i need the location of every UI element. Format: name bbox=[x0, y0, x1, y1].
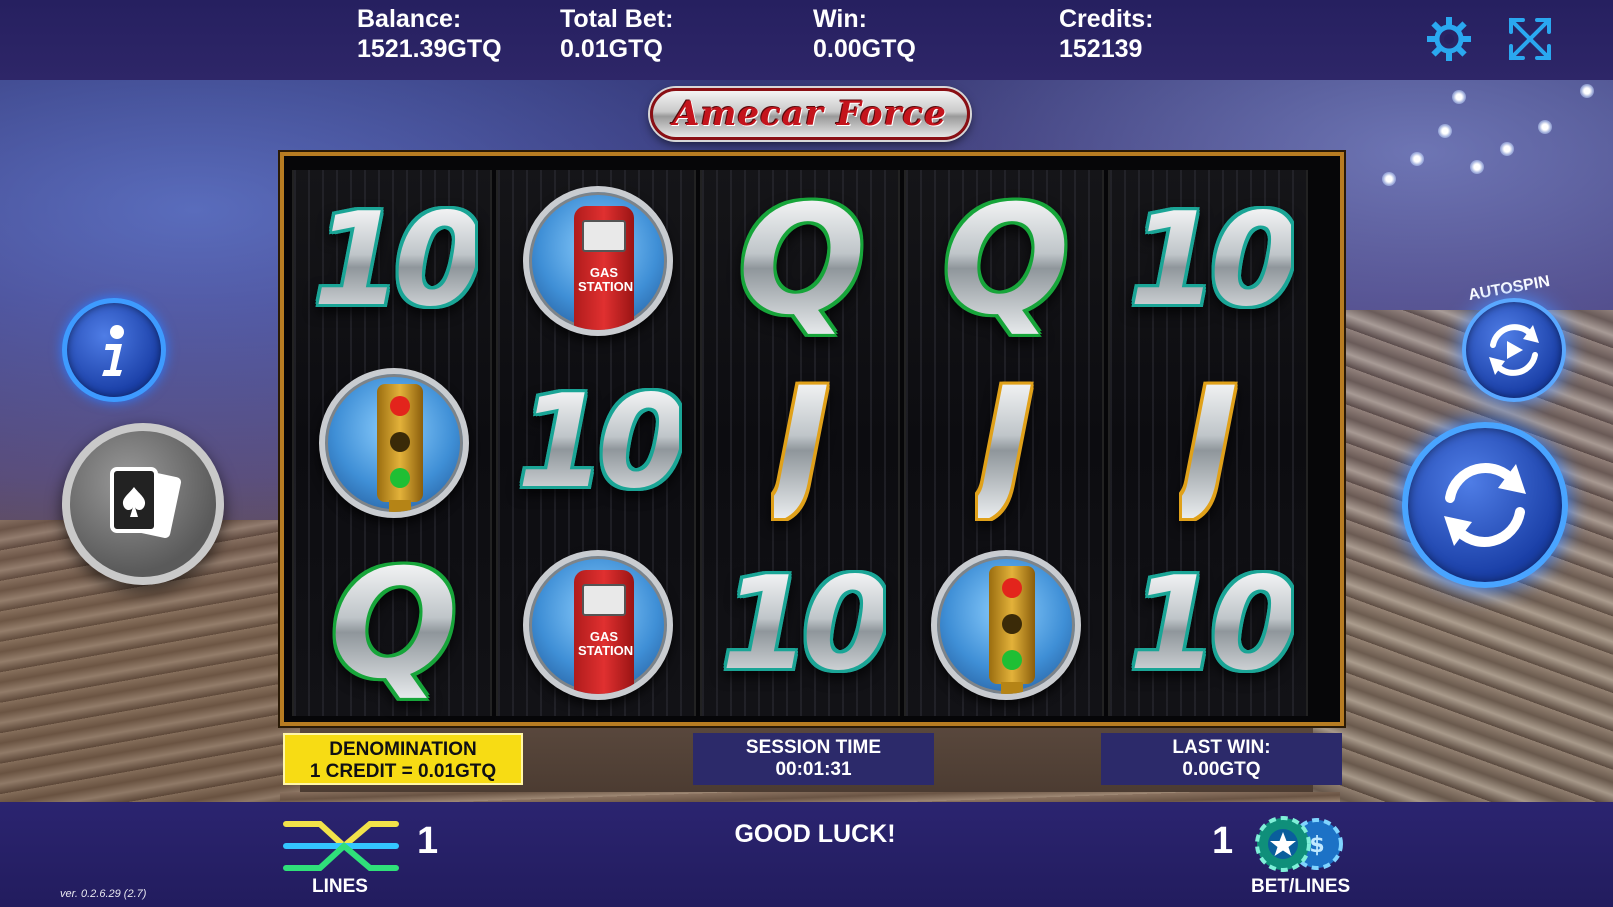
symbol-q: Q bbox=[294, 534, 494, 716]
fullscreen-icon[interactable] bbox=[1505, 14, 1555, 64]
version-text: ver. 0.2.6.29 (2.7) bbox=[60, 888, 147, 900]
symbol-glyph: Q bbox=[942, 174, 1070, 348]
pump-sign: GAS STATION bbox=[578, 629, 634, 658]
playing-cards-icon bbox=[110, 467, 182, 538]
total-bet-label: Total Bet: bbox=[560, 5, 674, 33]
lines-count: 1 bbox=[417, 820, 439, 862]
spin-button[interactable] bbox=[1402, 422, 1568, 588]
symbol-q: Q bbox=[906, 170, 1106, 352]
symbol-glyph: J bbox=[774, 356, 830, 530]
svg-text:$: $ bbox=[1309, 833, 1324, 858]
reel-5: 10 J 10 bbox=[1108, 170, 1308, 716]
symbol-gas-pump: GAS STATION bbox=[498, 534, 698, 716]
bottom-bar bbox=[0, 802, 1613, 907]
gas-pump-icon: GAS STATION bbox=[523, 550, 673, 700]
credits-stat: Credits: 152139 bbox=[1059, 4, 1153, 64]
lines-icon[interactable] bbox=[282, 818, 400, 876]
gear-icon[interactable] bbox=[1424, 14, 1474, 64]
balance-stat: Balance: 1521.39GTQ bbox=[357, 4, 502, 64]
stadium-light bbox=[1410, 152, 1424, 166]
info-icon bbox=[102, 325, 124, 376]
symbol-j: J bbox=[1110, 352, 1310, 534]
symbol-traffic-light bbox=[294, 352, 494, 534]
game-logo: Amecar Force bbox=[650, 88, 970, 140]
reel-3: Q J 10 bbox=[700, 170, 900, 716]
balance-label: Balance: bbox=[357, 5, 462, 33]
symbol-glyph: J bbox=[978, 356, 1034, 530]
status-message: GOOD LUCK! bbox=[734, 820, 896, 848]
last-win-value: 0.00GTQ bbox=[1182, 759, 1261, 780]
info-button[interactable] bbox=[62, 298, 166, 402]
gamble-button[interactable] bbox=[62, 423, 224, 585]
symbol-q: Q bbox=[702, 170, 902, 352]
symbol-10: 10 bbox=[1110, 170, 1310, 352]
stadium-light bbox=[1580, 84, 1594, 98]
symbol-glyph: Q bbox=[738, 174, 866, 348]
last-win-panel: LAST WIN: 0.00GTQ bbox=[1101, 733, 1342, 785]
autospin-button[interactable] bbox=[1462, 298, 1566, 402]
top-bar: Balance: 1521.39GTQ Total Bet: 0.01GTQ W… bbox=[0, 0, 1613, 80]
traffic-light-icon bbox=[319, 368, 469, 518]
pump-sign: GAS STATION bbox=[578, 265, 634, 294]
symbol-10: 10 bbox=[294, 170, 494, 352]
credits-value: 152139 bbox=[1059, 35, 1143, 63]
symbol-gas-pump: GAS STATION bbox=[498, 170, 698, 352]
stadium-light bbox=[1470, 160, 1484, 174]
symbol-glyph: 10 bbox=[1128, 550, 1299, 699]
win-value: 0.00GTQ bbox=[813, 35, 916, 63]
reel-frame: 10 Q GAS STATION 10 GAS STATION Q J 10 Q… bbox=[280, 152, 1344, 726]
last-win-title: LAST WIN: bbox=[1172, 737, 1271, 758]
symbol-j: J bbox=[702, 352, 902, 534]
symbol-10: 10 bbox=[498, 352, 698, 534]
reel-2: GAS STATION 10 GAS STATION bbox=[496, 170, 696, 716]
stadium-light bbox=[1382, 172, 1396, 186]
session-time-panel: SESSION TIME 00:01:31 bbox=[693, 733, 934, 785]
spin-icon bbox=[1444, 463, 1526, 547]
credits-label: Credits: bbox=[1059, 5, 1154, 33]
chips-icon[interactable]: $ bbox=[1253, 816, 1345, 872]
denomination-title: DENOMINATION bbox=[329, 739, 477, 760]
stadium-light bbox=[1500, 142, 1514, 156]
traffic-light-icon bbox=[931, 550, 1081, 700]
win-stat: Win: 0.00GTQ bbox=[813, 4, 916, 64]
stadium-light bbox=[1538, 120, 1552, 134]
stadium-light bbox=[1438, 124, 1452, 138]
symbol-traffic-light bbox=[906, 534, 1106, 716]
total-bet-stat: Total Bet: 0.01GTQ bbox=[560, 4, 673, 64]
symbol-j: J bbox=[906, 352, 1106, 534]
lines-label: LINES bbox=[312, 876, 368, 897]
win-label: Win: bbox=[813, 5, 867, 33]
bet-lines-label: BET/LINES bbox=[1251, 876, 1351, 897]
session-time-value: 00:01:31 bbox=[775, 759, 852, 780]
symbol-glyph: 10 bbox=[720, 550, 891, 699]
total-bet-value: 0.01GTQ bbox=[560, 35, 663, 63]
symbol-10: 10 bbox=[702, 534, 902, 716]
symbol-glyph: 10 bbox=[312, 186, 483, 335]
autospin-icon bbox=[1489, 324, 1539, 376]
denomination-value: 1 CREDIT = 0.01GTQ bbox=[309, 761, 497, 782]
symbol-glyph: 10 bbox=[516, 368, 687, 517]
balance-value: 1521.39GTQ bbox=[357, 35, 502, 63]
gas-pump-icon: GAS STATION bbox=[523, 186, 673, 336]
stadium-light bbox=[1452, 90, 1466, 104]
symbol-glyph: 10 bbox=[1128, 186, 1299, 335]
symbol-glyph: Q bbox=[330, 538, 458, 712]
denomination-panel[interactable]: DENOMINATION 1 CREDIT = 0.01GTQ bbox=[283, 733, 523, 785]
bet-lines-count: 1 bbox=[1212, 820, 1234, 862]
reel-4: Q J bbox=[904, 170, 1104, 716]
symbol-10: 10 bbox=[1110, 534, 1310, 716]
reel-1: 10 Q bbox=[292, 170, 492, 716]
symbol-glyph: J bbox=[1182, 356, 1238, 530]
logo-text: Amecar Force bbox=[673, 94, 947, 134]
road-right bbox=[1313, 310, 1613, 882]
session-time-title: SESSION TIME bbox=[745, 737, 882, 758]
